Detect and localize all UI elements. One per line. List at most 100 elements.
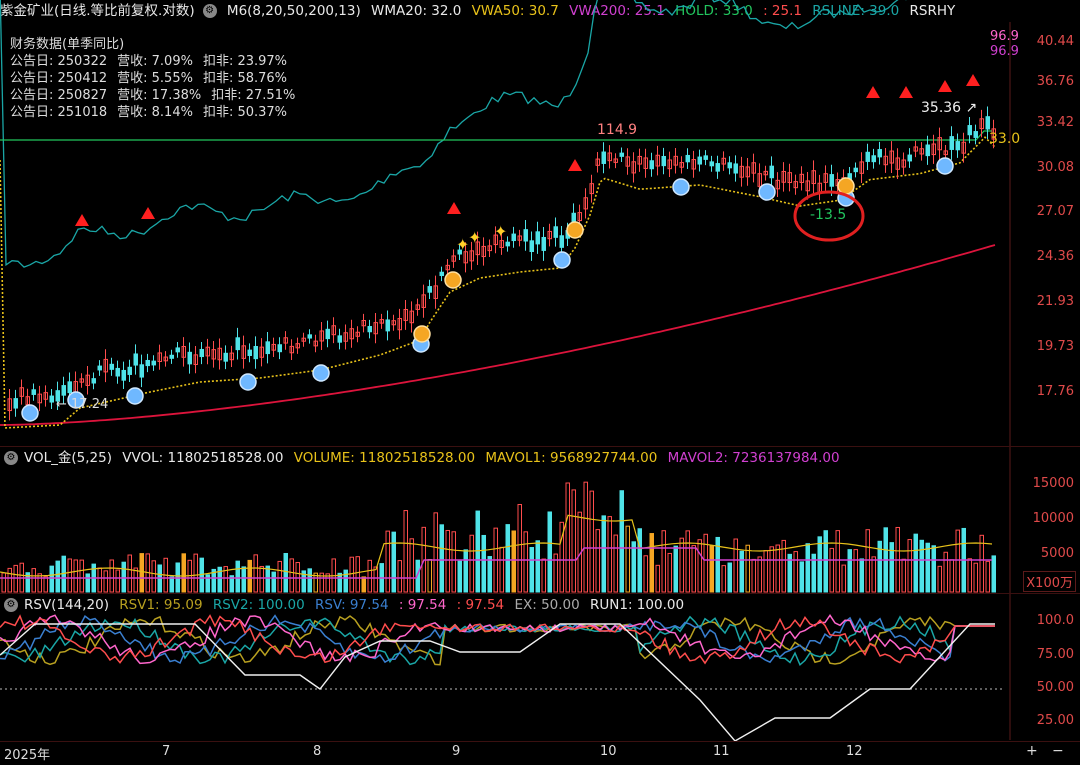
candle — [529, 240, 534, 253]
volume-chart[interactable] — [0, 481, 996, 593]
rsv-header: ⚙ RSV(144,20) RSV1: 95.09 RSV2: 100.00 RS… — [0, 594, 690, 616]
butterfly-icon: ✦ — [468, 228, 481, 247]
hold-tag: 33.0 — [989, 131, 1021, 147]
volume-bar — [427, 559, 432, 593]
volume-bar — [865, 529, 870, 593]
volume-bar — [829, 547, 834, 593]
volume-bar — [847, 549, 852, 593]
volume-bar — [295, 562, 300, 593]
candle — [511, 233, 516, 242]
volume-bar — [463, 549, 468, 593]
signal-triangle — [866, 86, 880, 98]
volume-bar — [661, 530, 666, 593]
x-tick: 10 — [600, 744, 617, 759]
x-tick: 2025年 — [4, 748, 51, 763]
price-tick: 24.36 — [1036, 249, 1074, 264]
settings-icon[interactable]: ⚙ — [4, 451, 18, 465]
rsv-tick: 25.00 — [1036, 713, 1074, 728]
volume-bar — [367, 559, 372, 593]
volume-bar — [193, 553, 198, 593]
settings-icon[interactable]: ⚙ — [4, 598, 18, 612]
volume-bar — [535, 540, 540, 593]
rsv-chart[interactable] — [0, 613, 1005, 742]
signal-triangle — [966, 74, 980, 86]
rsv-v1: : 97.54 — [398, 597, 447, 613]
price-tick: 30.08 — [1036, 160, 1074, 175]
volume-bar — [457, 560, 462, 593]
volume-bar — [763, 550, 768, 593]
volume-bar — [355, 556, 360, 593]
zoom-in-button[interactable]: + — [1026, 743, 1038, 759]
volume-bar — [265, 565, 270, 593]
candle — [601, 151, 606, 164]
buy-ball — [936, 157, 954, 175]
signal-triangle — [568, 159, 582, 171]
candle — [49, 395, 54, 403]
candle — [439, 271, 444, 277]
zoom-out-button[interactable]: − — [1052, 743, 1064, 759]
candle — [145, 359, 150, 367]
volume-bar — [673, 545, 678, 593]
candle — [829, 174, 834, 187]
volume-bar — [727, 562, 732, 593]
candle — [553, 226, 558, 238]
candle — [703, 155, 708, 160]
volume-bar — [655, 564, 660, 593]
volume-bar — [133, 567, 138, 593]
candle — [709, 161, 714, 167]
rsv-value: RSV: 97.54 — [314, 597, 389, 613]
volume-bar — [601, 515, 606, 593]
price-tick: 17.76 — [1036, 384, 1074, 399]
candle — [91, 378, 96, 384]
candle — [907, 154, 912, 162]
volume-bar — [127, 554, 132, 593]
candle — [187, 351, 192, 365]
candle — [151, 360, 156, 366]
rsv-v2: : 97.54 — [456, 597, 505, 613]
volume-bar — [49, 565, 54, 593]
volume-bar — [433, 512, 438, 593]
volume-bar — [439, 524, 444, 593]
vwa200-series — [0, 244, 996, 426]
candle — [127, 366, 132, 375]
volume-bar — [307, 568, 312, 593]
volume-bar — [685, 530, 690, 593]
candle — [265, 341, 270, 355]
volume-bar — [955, 529, 960, 593]
volume-bar — [709, 545, 714, 593]
volume-bar — [517, 504, 522, 593]
candle — [661, 155, 666, 167]
candle — [67, 381, 72, 394]
volume-header: ⚙ VOL_金(5,25) VVOL: 11802518528.00 VOLUME… — [0, 447, 846, 469]
candle — [199, 348, 204, 358]
volume-bar — [115, 569, 120, 593]
price-chart[interactable]: ✦✦ ✦ — [0, 0, 996, 429]
volume-bar — [349, 556, 354, 593]
chart-canvas[interactable]: ✦✦ ✦ — [0, 0, 1080, 765]
volume-bar — [277, 560, 282, 593]
candle — [97, 365, 102, 371]
candle — [385, 319, 390, 332]
volume-bar — [919, 539, 924, 593]
volume-bar — [835, 530, 840, 593]
volume-value: VOLUME: 11802518528.00 — [293, 450, 476, 466]
volume-bar — [769, 546, 774, 593]
buy-ball — [758, 183, 776, 201]
volume-bar — [253, 554, 258, 593]
buy-ball — [126, 387, 144, 405]
gold-signal — [444, 271, 462, 289]
rsv1-value: RSV1: 95.09 — [119, 597, 203, 613]
candle — [733, 163, 738, 174]
buy-ball — [553, 251, 571, 269]
candle — [877, 149, 882, 158]
signal-triangle — [447, 202, 461, 214]
price-tick: 36.76 — [1036, 74, 1074, 89]
vol-name: VOL_金(5,25) — [24, 450, 112, 466]
candle — [427, 286, 432, 293]
volume-bar — [937, 565, 942, 593]
volume-bar — [679, 537, 684, 593]
candle — [535, 231, 540, 245]
volume-bar — [259, 565, 264, 593]
candle — [31, 389, 36, 395]
volume-bar — [247, 559, 252, 593]
